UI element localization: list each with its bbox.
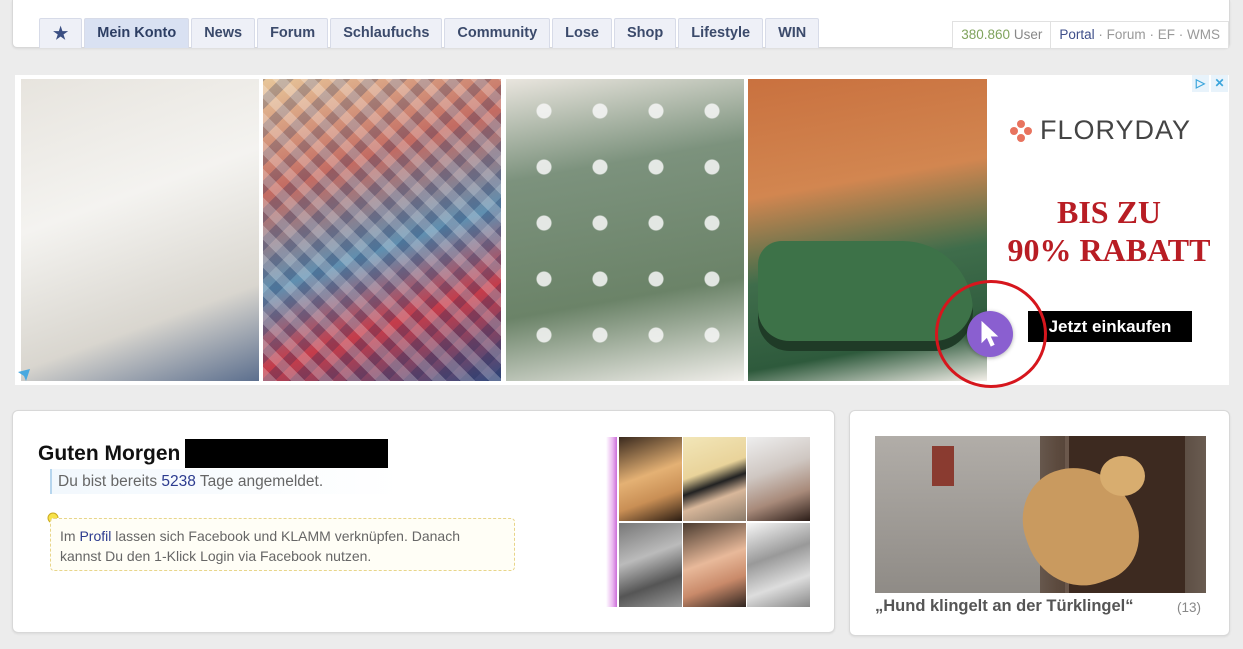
member-photo-wall (606, 437, 810, 607)
member-photo[interactable] (683, 523, 746, 607)
redacted-username (185, 439, 389, 468)
user-stats-box: 380.860 User Portal · Forum · EF · WMS (952, 21, 1229, 48)
ad-marker-icon[interactable] (17, 368, 31, 382)
tip-prefix: Im (60, 528, 76, 544)
member-photo[interactable] (619, 523, 682, 607)
user-count-label: User (1013, 27, 1043, 42)
tab-mein-konto[interactable]: Mein Konto (84, 18, 190, 48)
ef-link[interactable]: EF (1158, 27, 1175, 42)
tab-lose[interactable]: Lose (552, 18, 612, 48)
ad-shop-now-button[interactable]: Jetzt einkaufen (1028, 311, 1192, 342)
ad-product-image-polka-dot-top[interactable] (506, 79, 744, 381)
wms-link[interactable]: WMS (1187, 27, 1220, 42)
user-count-number: 380.860 (961, 27, 1011, 42)
featured-video-card: „Hund klingelt an der Türklingel“ (13) (849, 410, 1230, 636)
cursor-icon (967, 311, 1013, 357)
video-thumbnail[interactable] (875, 436, 1206, 593)
ad-promo-line1: BIS ZU (1056, 194, 1162, 230)
greeting-row: Guten Morgen (38, 439, 389, 468)
section-links: Portal · Forum · EF · WMS (1051, 22, 1228, 48)
link-separator: · (1149, 27, 1154, 42)
ad-promo-line2: 90% RABATT (1007, 232, 1211, 268)
portal-link[interactable]: Portal (1059, 27, 1094, 42)
profile-link[interactable]: Profil (79, 528, 111, 544)
star-icon: ★ (53, 24, 69, 43)
ad-close-icon[interactable]: ✕ (1211, 75, 1228, 92)
tab-news[interactable]: News (191, 18, 256, 48)
greeting-title: Guten Morgen (38, 441, 181, 465)
link-separator: · (1178, 27, 1184, 42)
facebook-connect-tip: Im Profil lassen sich Facebook und KLAMM… (50, 518, 515, 571)
tab-favorites[interactable]: ★ (39, 18, 83, 48)
online-user-count: 380.860 User (953, 22, 1052, 48)
membership-duration: Du bist bereits 5238 Tage angemeldet. (50, 469, 400, 494)
tab-schlaufuchs[interactable]: Schlaufuchs (330, 18, 443, 48)
ad-choices-icon[interactable]: ▷ (1192, 75, 1209, 92)
tab-community[interactable]: Community (444, 18, 551, 48)
tab-forum[interactable]: Forum (257, 18, 329, 48)
welcome-card: Guten Morgen Du bist bereits 5238 Tage a… (12, 410, 835, 633)
tab-shop[interactable]: Shop (614, 18, 677, 48)
ad-brand: FLORYDAY (1010, 115, 1191, 146)
advertisement-banner[interactable]: ▷ ✕ FLORYDAY BIS ZU 90% RABATT Jetzt ein… (15, 75, 1229, 388)
days-count: 5238 (161, 473, 196, 490)
ad-product-image-white-blouse[interactable] (21, 79, 259, 381)
forum-link[interactable]: Forum (1107, 27, 1146, 42)
ad-product-image-pattern-blouse[interactable] (263, 79, 501, 381)
floryday-logo-icon (1010, 119, 1032, 142)
tab-lifestyle[interactable]: Lifestyle (678, 18, 764, 48)
ad-brand-name: FLORYDAY (1040, 115, 1192, 145)
ad-info-controls: ▷ ✕ (1190, 75, 1228, 92)
days-prefix: Du bist bereits (58, 473, 158, 490)
tab-win[interactable]: WIN (765, 18, 820, 48)
ad-promo-text: BIS ZU 90% RABATT (989, 193, 1229, 269)
link-separator: · (1098, 27, 1103, 42)
top-navigation-bar: ★ Mein Konto News Forum Schlaufuchs Comm… (12, 0, 1230, 48)
video-title[interactable]: „Hund klingelt an der Türklingel“ (875, 597, 1134, 616)
main-tabs: ★ Mein Konto News Forum Schlaufuchs Comm… (39, 18, 821, 48)
member-photo[interactable] (747, 523, 810, 607)
member-photo[interactable] (747, 437, 810, 521)
photo-wall-accent (606, 437, 617, 607)
video-comment-count: (13) (1177, 600, 1202, 615)
member-photo[interactable] (619, 437, 682, 521)
tip-text: lassen sich Facebook und KLAMM verknüpfe… (60, 528, 460, 564)
member-photo[interactable] (683, 437, 746, 521)
days-suffix: Tage angemeldet. (199, 473, 324, 490)
